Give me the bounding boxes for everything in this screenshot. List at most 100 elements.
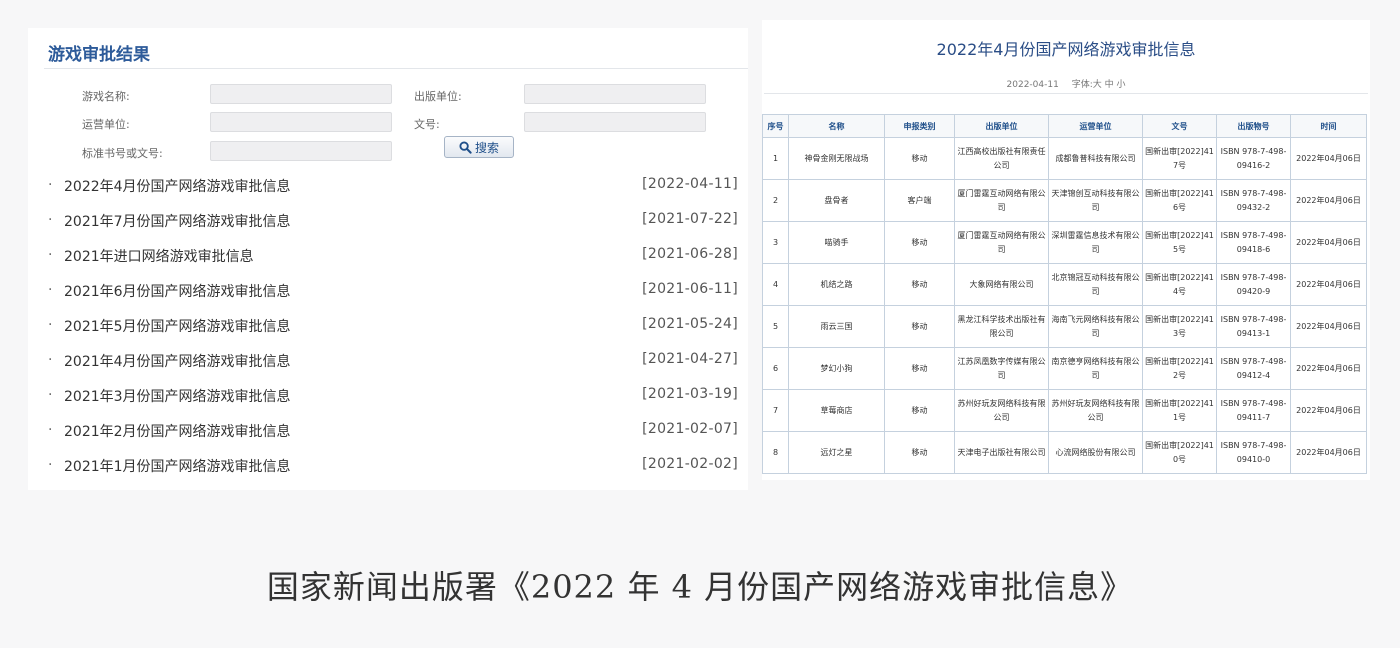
column-header: 名称 xyxy=(788,114,885,138)
bullet: · xyxy=(48,282,53,298)
cell-doc-no: 国新出审[2022]415号 xyxy=(1142,221,1217,264)
bullet: · xyxy=(48,247,53,263)
cell-date: 2022年04月06日 xyxy=(1290,263,1367,306)
operator-label: 运营单位: xyxy=(82,118,130,131)
notice-item[interactable]: · 2021年3月份国产网络游戏审批信息 [2021-03-19] xyxy=(44,384,742,419)
cell-isbn: ISBN 978-7-498-09416-2 xyxy=(1216,137,1291,180)
notice-title-link[interactable]: 2021年4月份国产网络游戏审批信息 xyxy=(64,351,291,371)
notice-item[interactable]: · 2021年5月份国产网络游戏审批信息 [2021-05-24] xyxy=(44,314,742,349)
cell-game-name: 梦幻小狗 xyxy=(788,347,885,390)
table-row: 8 远灯之星 移动 天津电子出版社有限公司 心流网络股份有限公司 国新出审[2022]41… xyxy=(762,431,1367,474)
magnifier-icon xyxy=(459,140,472,154)
notice-item[interactable]: · 2021年2月份国产网络游戏审批信息 [2021-02-07] xyxy=(44,419,742,454)
cell-index: 2 xyxy=(762,179,789,222)
notice-title-link[interactable]: 2021年1月份国产网络游戏审批信息 xyxy=(64,456,291,476)
notice-item[interactable]: · 2021年4月份国产网络游戏审批信息 [2021-04-27] xyxy=(44,349,742,384)
notice-title-link[interactable]: 2021年7月份国产网络游戏审批信息 xyxy=(64,211,291,231)
bullet: · xyxy=(48,177,53,193)
column-header: 文号 xyxy=(1142,114,1217,138)
operator-input[interactable] xyxy=(210,112,392,132)
cell-isbn: ISBN 978-7-498-09420-9 xyxy=(1216,263,1291,306)
isbn-input[interactable] xyxy=(210,141,392,161)
notice-date: [2021-07-22] xyxy=(642,211,738,227)
cell-operator: 天津锦创互动科技有限公司 xyxy=(1048,179,1143,222)
cell-date: 2022年04月06日 xyxy=(1290,389,1367,432)
publish-date: 2022-04-11 xyxy=(1006,80,1059,90)
cell-game-name: 草莓商店 xyxy=(788,389,885,432)
notice-title-link[interactable]: 2021年2月份国产网络游戏审批信息 xyxy=(64,421,291,441)
notice-item[interactable]: · 2021年1月份国产网络游戏审批信息 [2021-02-02] xyxy=(44,454,742,489)
cell-category: 移动 xyxy=(884,263,955,306)
bullet: · xyxy=(48,387,53,403)
notice-title-link[interactable]: 2021年3月份国产网络游戏审批信息 xyxy=(64,386,291,406)
cell-index: 5 xyxy=(762,305,789,348)
notice-date: [2021-06-11] xyxy=(642,281,738,297)
game-name-input[interactable] xyxy=(210,84,392,104)
isbn-label: 标准书号或文号: xyxy=(82,147,163,160)
notice-title-link[interactable]: 2021年5月份国产网络游戏审批信息 xyxy=(64,316,291,336)
notice-date: [2021-03-19] xyxy=(642,386,738,402)
cell-operator: 深圳雷霆信息技术有限公司 xyxy=(1048,221,1143,264)
cell-date: 2022年04月06日 xyxy=(1290,305,1367,348)
table-row: 5 雨云三国 移动 黑龙江科学技术出版社有限公司 海南飞元网络科技有限公司 国新出审[20… xyxy=(762,305,1367,348)
table-row: 7 草莓商店 移动 苏州好玩友网络科技有限公司 苏州好玩友网络科技有限公司 国新出审[20… xyxy=(762,389,1367,432)
font-size-switch[interactable]: 字体:大 中 小 xyxy=(1072,80,1126,90)
notice-item[interactable]: · 2022年4月份国产网络游戏审批信息 [2022-04-11] xyxy=(44,174,742,209)
image-caption: 国家新闻出版署《2022 年 4 月份国产网络游戏审批信息》 xyxy=(266,568,1134,606)
cell-isbn: ISBN 978-7-498-09411-7 xyxy=(1216,389,1291,432)
cell-publisher: 大象网络有限公司 xyxy=(954,263,1049,306)
cell-game-name: 盘骨者 xyxy=(788,179,885,222)
cell-category: 移动 xyxy=(884,431,955,474)
cell-category: 客户端 xyxy=(884,179,955,222)
cell-operator: 心流网络股份有限公司 xyxy=(1048,431,1143,474)
cell-isbn: ISBN 978-7-498-09410-0 xyxy=(1216,431,1291,474)
search-button[interactable]: 搜索 xyxy=(444,136,514,158)
bullet: · xyxy=(48,352,53,368)
notice-item[interactable]: · 2021年进口网络游戏审批信息 [2021-06-28] xyxy=(44,244,742,279)
approval-results-panel: 游戏审批结果 游戏名称: 出版单位: 运营单位: 文号: 标准书号或文号: 搜索… xyxy=(28,28,748,490)
table-row: 3 喵骑手 移动 厦门雷霆互动网络有限公司 深圳雷霆信息技术有限公司 国新出审[2022]… xyxy=(762,221,1367,264)
cell-doc-no: 国新出审[2022]412号 xyxy=(1142,347,1217,390)
cell-index: 4 xyxy=(762,263,789,306)
notice-item[interactable]: · 2021年7月份国产网络游戏审批信息 [2021-07-22] xyxy=(44,209,742,244)
cell-doc-no: 国新出审[2022]416号 xyxy=(1142,179,1217,222)
table-row: 2 盘骨者 客户端 厦门雷霆互动网络有限公司 天津锦创互动科技有限公司 国新出审[2022… xyxy=(762,179,1367,222)
column-header: 时间 xyxy=(1290,114,1367,138)
notice-date: [2021-02-02] xyxy=(642,456,738,472)
cell-category: 移动 xyxy=(884,305,955,348)
cell-date: 2022年04月06日 xyxy=(1290,137,1367,180)
cell-isbn: ISBN 978-7-498-09413-1 xyxy=(1216,305,1291,348)
cell-publisher: 苏州好玩友网络科技有限公司 xyxy=(954,389,1049,432)
search-button-label: 搜索 xyxy=(474,140,499,155)
notice-date: [2021-06-28] xyxy=(642,246,738,262)
notice-title-link[interactable]: 2021年6月份国产网络游戏审批信息 xyxy=(64,281,291,301)
cell-category: 移动 xyxy=(884,137,955,180)
doc-no-input[interactable] xyxy=(524,112,706,132)
title-divider xyxy=(44,68,748,69)
notice-title-link[interactable]: 2021年进口网络游戏审批信息 xyxy=(64,246,254,266)
cell-index: 7 xyxy=(762,389,789,432)
cell-operator: 北京锦冠互动科技有限公司 xyxy=(1048,263,1143,306)
column-header: 申报类别 xyxy=(884,114,955,138)
cell-category: 移动 xyxy=(884,389,955,432)
cell-doc-no: 国新出审[2022]414号 xyxy=(1142,263,1217,306)
bullet: · xyxy=(48,422,53,438)
notice-date: [2021-02-07] xyxy=(642,421,738,437)
table-row: 1 神骨金刚无限战场 移动 江西高校出版社有限责任公司 成都鲁普科技有限公司 国新出审[2… xyxy=(762,137,1367,180)
notice-detail-panel: 2022年4月份国产网络游戏审批信息 2022-04-11 字体:大 中 小 序… xyxy=(762,20,1370,480)
notice-title-link[interactable]: 2022年4月份国产网络游戏审批信息 xyxy=(64,176,291,196)
cell-doc-no: 国新出审[2022]413号 xyxy=(1142,305,1217,348)
cell-game-name: 机结之路 xyxy=(788,263,885,306)
cell-index: 1 xyxy=(762,137,789,180)
detail-meta: 2022-04-11 字体:大 中 小 xyxy=(762,77,1370,90)
cell-publisher: 江西高校出版社有限责任公司 xyxy=(954,137,1049,180)
notice-date: [2021-05-24] xyxy=(642,316,738,332)
publisher-input[interactable] xyxy=(524,84,706,104)
cell-category: 移动 xyxy=(884,221,955,264)
bullet: · xyxy=(48,317,53,333)
cell-publisher: 黑龙江科学技术出版社有限公司 xyxy=(954,305,1049,348)
notice-item[interactable]: · 2021年6月份国产网络游戏审批信息 [2021-06-11] xyxy=(44,279,742,314)
cell-publisher: 厦门雷霆互动网络有限公司 xyxy=(954,221,1049,264)
cell-category: 移动 xyxy=(884,347,955,390)
cell-publisher: 天津电子出版社有限公司 xyxy=(954,431,1049,474)
